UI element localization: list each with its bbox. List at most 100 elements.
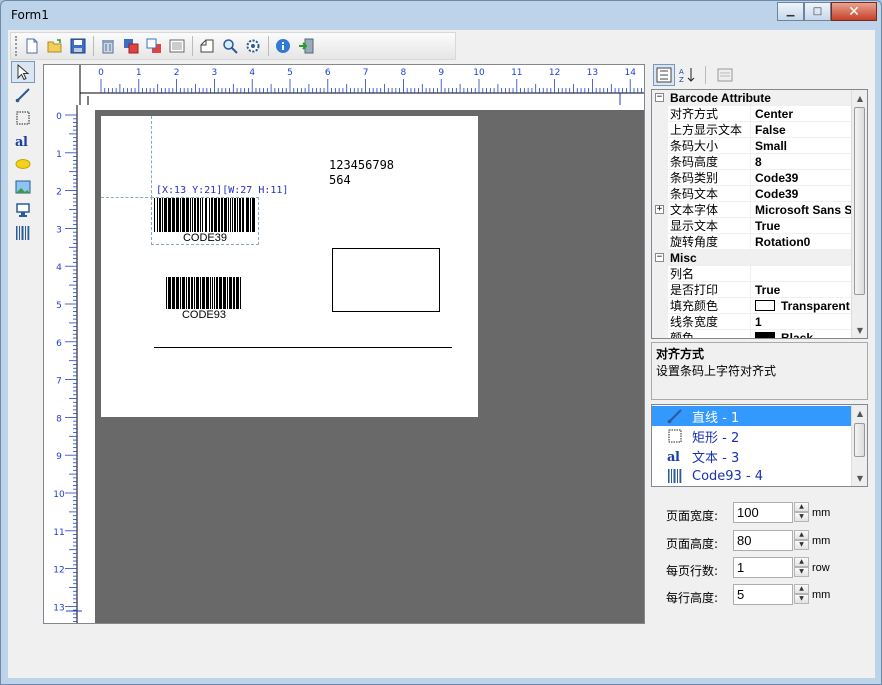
zoom-icon[interactable] — [219, 35, 241, 57]
property-value[interactable]: Microsoft Sans S — [753, 202, 852, 218]
row-height-spinner[interactable]: ▲ ▼ — [794, 584, 809, 605]
property-grid[interactable]: − Barcode Attribute 对齐方式 Center 上方显示文本 False 条… — [651, 89, 868, 339]
expand-icon[interactable]: + — [655, 205, 664, 214]
image-tool[interactable] — [11, 176, 35, 198]
barcode-code93[interactable] — [165, 277, 243, 309]
text-element[interactable]: 123456798 564 — [329, 158, 394, 188]
property-value[interactable]: False — [753, 122, 852, 138]
print-preview-icon[interactable] — [196, 35, 218, 57]
scroll-up-icon[interactable]: ▲ — [852, 90, 867, 106]
spin-down-icon[interactable]: ▼ — [794, 540, 809, 550]
line-element[interactable] — [154, 347, 452, 348]
property-row[interactable]: 线条宽度 1 — [652, 314, 852, 330]
property-row[interactable]: 颜色 Black — [652, 330, 852, 338]
row-height-input[interactable]: 5 — [733, 584, 793, 605]
scroll-down-icon[interactable]: ▼ — [852, 470, 867, 486]
property-row[interactable]: 条码类别 Code39 — [652, 170, 852, 186]
rectangle-tool[interactable] — [11, 107, 35, 129]
new-file-icon[interactable] — [21, 35, 43, 57]
text-tool[interactable]: al — [11, 130, 35, 152]
open-folder-icon[interactable] — [44, 35, 66, 57]
property-value[interactable]: Code39 — [753, 186, 852, 202]
property-grid-scrollbar[interactable]: ▲ ▼ — [851, 90, 867, 338]
property-row[interactable]: 显示文本 True — [652, 218, 852, 234]
scroll-down-icon[interactable]: ▼ — [852, 322, 867, 338]
maximize-button[interactable]: □ — [804, 2, 831, 21]
page-height-input[interactable]: 80 — [733, 530, 793, 551]
scroll-thumb[interactable] — [854, 423, 865, 457]
property-row[interactable]: 旋转角度 Rotation0 — [652, 234, 852, 250]
page-width-spinner[interactable]: ▲ ▼ — [794, 502, 809, 523]
spin-up-icon[interactable]: ▲ — [794, 502, 809, 512]
alphabetical-button[interactable]: AZ — [677, 64, 699, 86]
property-category[interactable]: − Barcode Attribute — [652, 90, 852, 106]
property-row[interactable]: 是否打印 True — [652, 282, 852, 298]
categorized-button[interactable] — [653, 64, 675, 86]
ellipse-tool[interactable] — [11, 153, 35, 175]
delete-icon[interactable] — [97, 35, 119, 57]
object-list-scrollbar[interactable]: ▲ ▼ — [851, 405, 867, 486]
property-category[interactable]: − Misc — [652, 250, 852, 266]
property-row[interactable]: 列名 — [652, 266, 852, 282]
scroll-thumb[interactable] — [854, 107, 865, 295]
property-value[interactable]: Small — [753, 138, 852, 154]
tag-tool[interactable] — [11, 199, 35, 221]
property-row[interactable]: 条码高度 8 — [652, 154, 852, 170]
send-back-icon[interactable] — [143, 35, 165, 57]
minimize-button[interactable]: ▁ — [777, 2, 804, 21]
page-width-input[interactable]: 100 — [733, 502, 793, 523]
spin-down-icon[interactable]: ▼ — [794, 594, 809, 604]
object-list-item[interactable]: Code93 - 4 — [652, 466, 851, 486]
property-value[interactable]: True — [753, 218, 852, 234]
save-icon[interactable] — [67, 35, 89, 57]
close-button[interactable]: ✕ — [831, 2, 877, 21]
property-value[interactable]: Rotation0 — [753, 234, 852, 250]
design-area[interactable]: 0 1 2 3 4 5 6 7 8 9 10 11 12 13 14 0 1 2 3 4 5 6 7 8 9 10 11 12 13 … — [43, 64, 645, 624]
info-icon[interactable] — [272, 35, 294, 57]
property-row[interactable]: 对齐方式 Center — [652, 106, 852, 122]
rows-per-page-input[interactable]: 1 — [733, 557, 793, 578]
row-gutter — [652, 122, 668, 138]
property-pages-button[interactable] — [714, 64, 736, 86]
scroll-up-icon[interactable]: ▲ — [852, 405, 867, 421]
pointer-tool[interactable] — [11, 61, 35, 83]
barcode-code39[interactable] — [153, 198, 257, 232]
property-value[interactable]: Center — [753, 106, 852, 122]
label-page[interactable]: [X:13 Y:21][W:27 H:11] CODE39 CODE93 123… — [101, 116, 478, 417]
properties-icon[interactable] — [166, 35, 188, 57]
barcode-tool[interactable] — [11, 222, 35, 244]
toolbar-grip[interactable] — [15, 36, 18, 56]
property-row[interactable]: 条码文本 Code39 — [652, 186, 852, 202]
exit-icon[interactable] — [295, 35, 317, 57]
property-row[interactable]: 条码大小 Small — [652, 138, 852, 154]
bring-front-icon[interactable] — [120, 35, 142, 57]
spin-down-icon[interactable]: ▼ — [794, 567, 809, 577]
object-list-item[interactable]: 直线 - 1 — [652, 406, 851, 426]
spin-up-icon[interactable]: ▲ — [794, 530, 809, 540]
line-tool[interactable] — [11, 84, 35, 106]
object-list-item[interactable]: a l 文本 - 3 — [652, 446, 851, 466]
property-value[interactable] — [753, 266, 852, 282]
property-row[interactable]: + 文本字体 Microsoft Sans S — [652, 202, 852, 218]
property-row[interactable]: 填充颜色 Transparent — [652, 298, 852, 314]
property-value[interactable]: Transparent — [753, 298, 852, 314]
title-bar[interactable]: Form1 ▁ □ ✕ — [1, 1, 881, 29]
barcode-bar — [224, 198, 227, 232]
property-value[interactable]: 8 — [753, 154, 852, 170]
rows-per-page-spinner[interactable]: ▲ ▼ — [794, 557, 809, 578]
collapse-icon[interactable]: − — [655, 253, 664, 262]
spin-up-icon[interactable]: ▲ — [794, 557, 809, 567]
object-list[interactable]: 直线 - 1 矩形 - 2 a l 文本 - 3 Code93 - 4 ▲ ▼ — [651, 404, 868, 487]
property-value[interactable]: Black — [753, 330, 852, 338]
property-row[interactable]: 上方显示文本 False — [652, 122, 852, 138]
collapse-icon[interactable]: − — [655, 93, 664, 102]
property-value[interactable]: Code39 — [753, 170, 852, 186]
object-list-item[interactable]: 矩形 - 2 — [652, 426, 851, 446]
property-value[interactable]: True — [753, 282, 852, 298]
spin-up-icon[interactable]: ▲ — [794, 584, 809, 594]
property-value[interactable]: 1 — [753, 314, 852, 330]
spin-down-icon[interactable]: ▼ — [794, 512, 809, 522]
page-height-spinner[interactable]: ▲ ▼ — [794, 530, 809, 551]
settings-icon[interactable] — [242, 35, 264, 57]
rectangle-element[interactable] — [332, 248, 440, 312]
